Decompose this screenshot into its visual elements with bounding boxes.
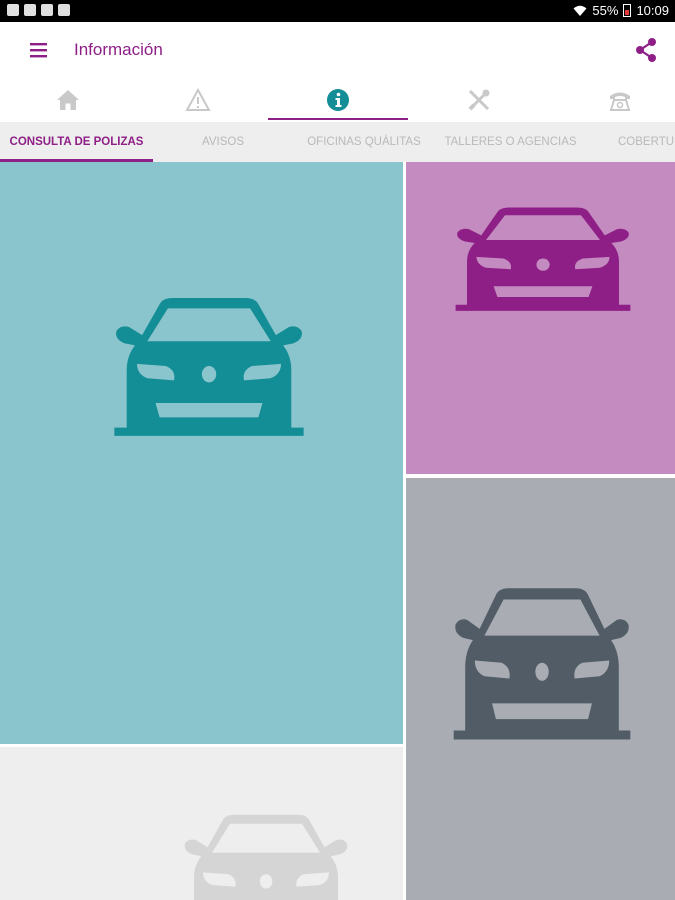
car-icon — [446, 586, 638, 744]
tab-home[interactable] — [0, 78, 135, 122]
battery-icon — [623, 4, 632, 17]
tab-avisos[interactable]: AVISOS — [153, 122, 293, 162]
warning-icon — [184, 87, 211, 111]
hamburger-menu-icon[interactable] — [26, 38, 52, 62]
notification-icon — [24, 4, 36, 16]
icon-tab-bar — [0, 78, 675, 122]
tab-warning[interactable] — [130, 78, 265, 122]
car-icon — [448, 206, 638, 314]
section-tab-bar: CONSULTA DE POLIZAS AVISOS OFICINAS QUÁL… — [0, 122, 675, 162]
page-title: Información — [74, 40, 163, 59]
notification-icons — [7, 4, 70, 16]
tile-avisos[interactable] — [406, 162, 675, 474]
tab-consulta-de-polizas[interactable]: CONSULTA DE POLIZAS — [0, 122, 153, 162]
home-icon — [56, 90, 79, 110]
system-status: 55% 10:09 — [573, 3, 669, 18]
notification-icon — [58, 4, 70, 16]
car-icon — [106, 296, 312, 440]
status-bar: 55% 10:09 — [0, 0, 675, 22]
tools-icon — [467, 89, 489, 111]
tab-info[interactable] — [270, 78, 405, 122]
tab-tools[interactable] — [411, 78, 546, 122]
tile-oficinas[interactable] — [406, 478, 675, 900]
tile-consulta-polizas[interactable] — [0, 162, 403, 744]
tab-phone[interactable] — [552, 78, 675, 122]
notification-icon — [7, 4, 19, 16]
clock: 10:09 — [636, 3, 669, 18]
car-icon — [176, 813, 356, 900]
notification-icon — [41, 4, 53, 16]
selected-tab-indicator — [268, 118, 408, 120]
battery-percent: 55% — [592, 3, 619, 18]
phone-icon — [609, 92, 630, 111]
share-icon[interactable] — [633, 36, 659, 64]
tab-coberturas[interactable]: COBERTU — [610, 122, 675, 162]
tab-oficinas-qualitas[interactable]: OFICINAS QUÁLITAS — [297, 122, 431, 162]
tab-talleres-o-agencias[interactable]: TALLERES O AGENCIAS — [438, 122, 583, 162]
tile-talleres[interactable] — [0, 747, 403, 900]
info-icon — [326, 89, 349, 111]
app-bar: Información — [0, 22, 675, 78]
wifi-icon — [573, 5, 587, 16]
